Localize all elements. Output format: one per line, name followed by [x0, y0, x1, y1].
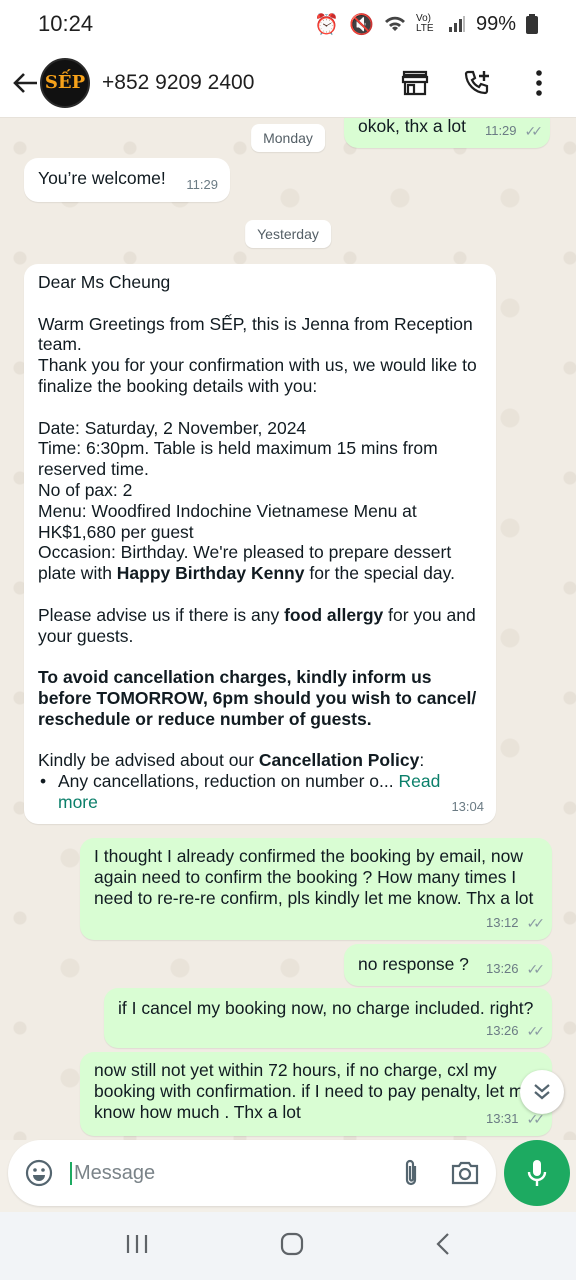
double-check-icon: ✓✓ — [526, 961, 546, 978]
message-bubble-outgoing[interactable]: I thought I already confirmed the bookin… — [80, 838, 552, 940]
message-text: no response ? — [358, 954, 469, 974]
recent-apps-icon[interactable] — [125, 1233, 149, 1260]
message-time: 13:04 — [451, 799, 484, 815]
battery-icon — [526, 14, 538, 34]
message-time: 11:29 — [484, 123, 517, 139]
message-line: Date: Saturday, 2 November, 2024 — [38, 417, 307, 438]
message-bubble-incoming[interactable]: You’re welcome! 11:29 — [24, 158, 230, 202]
add-call-icon[interactable] — [460, 66, 494, 100]
message-bubble-outgoing[interactable]: now still not yet within 72 hours, if no… — [80, 1052, 552, 1136]
message-line: Dear Ms Cheung — [38, 272, 171, 292]
double-check-icon: ✓✓ — [526, 915, 546, 932]
scroll-down-button[interactable] — [520, 1070, 564, 1114]
message-line: Thank you for your confirmation with us,… — [38, 355, 477, 396]
back-nav-icon[interactable] — [435, 1232, 451, 1261]
chat-area[interactable]: okok, thx a lot 11:29 ✓✓ Monday You’re we… — [0, 118, 576, 1140]
camera-icon[interactable] — [448, 1156, 482, 1190]
message-text: if I cancel my booking now, no charge in… — [118, 998, 534, 1018]
system-nav-bar — [0, 1212, 576, 1280]
double-check-icon: ✓✓ — [524, 123, 544, 140]
message-bubble-outgoing[interactable]: if I cancel my booking now, no charge in… — [104, 988, 552, 1048]
double-chevron-down-icon — [534, 1084, 550, 1100]
double-check-icon: ✓✓ — [526, 1023, 546, 1040]
store-icon[interactable] — [398, 66, 432, 100]
home-icon[interactable] — [280, 1232, 304, 1261]
more-options-icon[interactable] — [522, 66, 556, 100]
message-line: Menu: Woodfired Indochine Vietnamese Men… — [38, 500, 417, 542]
bullet-item: • Any cancellations, reduction on number … — [40, 771, 441, 812]
microphone-icon — [527, 1160, 547, 1186]
message-line: Please advise us if there is any food al… — [38, 604, 476, 646]
message-line: To avoid cancellation charges, kindly in… — [38, 667, 477, 729]
date-chip: Yesterday — [245, 220, 331, 248]
wifi-icon — [384, 15, 406, 33]
message-input[interactable] — [70, 1161, 394, 1185]
back-arrow-icon[interactable] — [10, 63, 40, 103]
message-bubble-incoming[interactable]: Dear Ms Cheung Warm Greetings from SẾP, … — [24, 264, 496, 824]
message-time: 13:31 — [485, 1111, 519, 1127]
chat-header: SẾP +852 9209 2400 — [0, 48, 576, 118]
message-time: 13:12 — [485, 915, 519, 931]
status-bar: 10:24 ⏰ 🔇 Vo) LTE 99% — [0, 0, 576, 48]
contact-name[interactable]: +852 9209 2400 — [102, 71, 398, 95]
attach-icon[interactable] — [394, 1156, 428, 1190]
message-bubble-outgoing[interactable]: okok, thx a lot 11:29 ✓✓ — [344, 118, 550, 148]
message-line: Time: 6:30pm. Table is held maximum 15 m… — [38, 438, 438, 480]
signal-icon — [448, 16, 466, 32]
emoji-icon[interactable] — [22, 1156, 56, 1190]
message-line: Kindly be advised about our Cancellation… — [38, 750, 425, 771]
message-text: okok, thx a lot — [358, 118, 466, 136]
battery-level: 99% — [475, 12, 516, 35]
avatar[interactable]: SẾP — [40, 57, 90, 108]
message-text: You’re welcome! — [38, 168, 166, 188]
date-chip: Monday — [251, 124, 325, 152]
message-time: 11:29 — [186, 177, 218, 193]
status-icons: ⏰ 🔇 Vo) LTE 99% — [314, 12, 538, 37]
message-bubble-outgoing[interactable]: no response ? 13:26 ✓✓ — [344, 944, 552, 986]
message-composer — [8, 1140, 496, 1206]
message-text: now still not yet within 72 hours, if no… — [94, 1060, 534, 1122]
message-time: 13:26 — [485, 1023, 519, 1039]
message-text: I thought I already confirmed the bookin… — [94, 846, 534, 908]
mute-icon: 🔇 — [349, 13, 374, 36]
microphone-button[interactable] — [504, 1140, 570, 1206]
message-time: 13:26 — [485, 961, 519, 977]
status-time: 10:24 — [38, 11, 94, 36]
message-line: No of pax: 2 — [38, 479, 133, 500]
alarm-icon: ⏰ — [314, 13, 340, 36]
message-line: Warm Greetings from SẾP, this is Jenna f… — [38, 313, 473, 355]
message-line: Occasion: Birthday. We're pleased to pre… — [38, 542, 455, 584]
network-label: Vo) LTE — [415, 13, 434, 34]
